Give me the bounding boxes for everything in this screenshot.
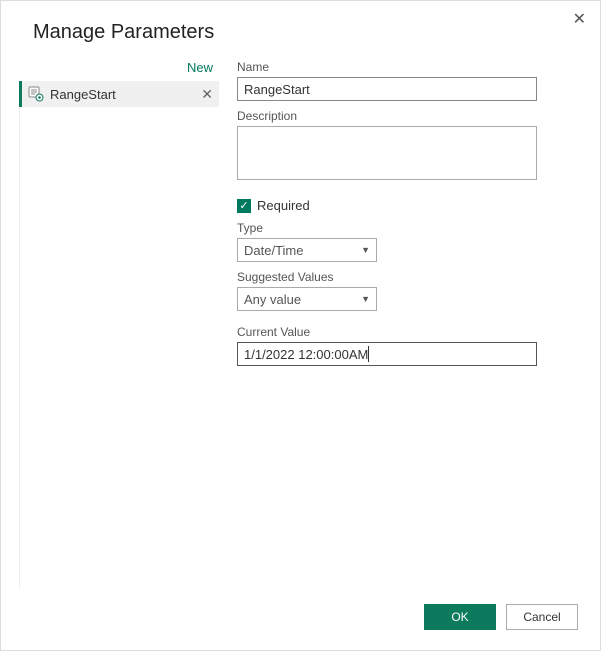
- dialog-footer: OK Cancel: [424, 604, 578, 630]
- required-row: ✓ Required: [237, 198, 582, 213]
- current-value-text: 1/1/2022 12:00:00AM: [244, 347, 368, 362]
- required-label: Required: [257, 198, 310, 213]
- close-icon[interactable]: ✕: [573, 9, 586, 29]
- description-input[interactable]: [237, 126, 537, 180]
- chevron-down-icon: ▼: [361, 294, 370, 304]
- dialog-title: Manage Parameters: [33, 21, 582, 44]
- sidebar-filler: [19, 107, 219, 588]
- sidebar: New RangeStart ✕: [19, 58, 219, 588]
- type-label: Type: [237, 221, 582, 235]
- cancel-button[interactable]: Cancel: [506, 604, 578, 630]
- name-label: Name: [237, 60, 582, 74]
- delete-icon[interactable]: ✕: [201, 86, 213, 103]
- current-value-label: Current Value: [237, 325, 582, 339]
- required-checkbox[interactable]: ✓: [237, 199, 251, 213]
- chevron-down-icon: ▼: [361, 245, 370, 255]
- type-select[interactable]: Date/Time ▼: [237, 238, 377, 262]
- main-panel: Name Description ✓ Required Type Date/Ti…: [237, 58, 582, 588]
- suggested-values-label: Suggested Values: [237, 270, 582, 284]
- name-input[interactable]: [237, 77, 537, 101]
- dialog-body: New RangeStart ✕ Name: [19, 58, 582, 588]
- text-caret: [368, 346, 369, 362]
- parameter-icon: [28, 86, 44, 102]
- parameter-list-item[interactable]: RangeStart ✕: [19, 81, 219, 107]
- type-value: Date/Time: [244, 243, 303, 258]
- new-link[interactable]: New: [19, 58, 219, 81]
- current-value-input[interactable]: 1/1/2022 12:00:00AM: [237, 342, 537, 366]
- description-label: Description: [237, 109, 582, 123]
- ok-button[interactable]: OK: [424, 604, 496, 630]
- parameter-item-label: RangeStart: [50, 87, 195, 102]
- manage-parameters-dialog: ✕ Manage Parameters New RangeStart ✕: [0, 0, 601, 651]
- suggested-values-value: Any value: [244, 292, 301, 307]
- suggested-values-select[interactable]: Any value ▼: [237, 287, 377, 311]
